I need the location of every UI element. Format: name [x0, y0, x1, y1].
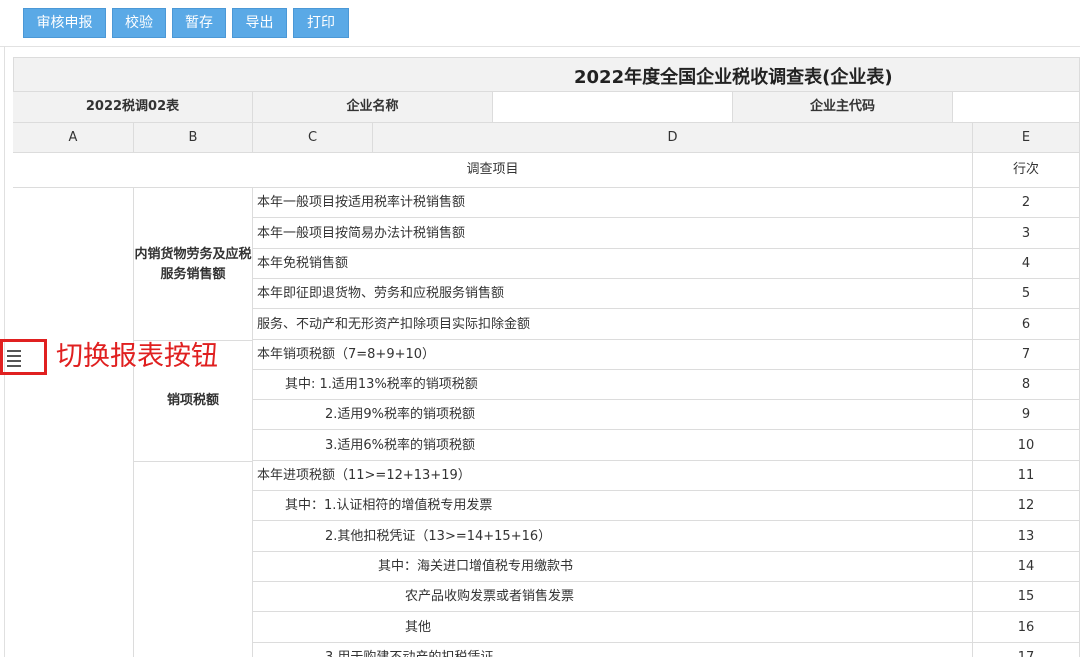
- table-row-item: 本年销项税额（7=8+9+10）: [253, 340, 973, 370]
- group-input-tax: [134, 462, 253, 657]
- row-line-number: 3: [973, 218, 1080, 249]
- switch-report-button[interactable]: [0, 339, 47, 375]
- table-row-item: 其中: 1.适用13%税率的销项税额: [253, 370, 973, 400]
- table-row-item: 2.适用9%税率的销项税额: [253, 400, 973, 430]
- company-name-label: 企业名称: [253, 92, 493, 123]
- row-label: 其中：1.认证相符的增值税专用发票: [285, 498, 493, 513]
- row-label: 本年销项税额（7=8+9+10）: [257, 347, 436, 362]
- column-e-header: E: [973, 123, 1080, 153]
- survey-item-header: 调查项目: [13, 153, 973, 188]
- table-code-cell: 2022税调02表: [13, 92, 253, 123]
- menu-icon: [7, 350, 21, 367]
- row-label: 农产品收购发票或者销售发票: [405, 589, 575, 604]
- row-label: 本年进项税额（11>=12+13+19）: [257, 468, 471, 483]
- table-row-item: 农产品收购发票或者销售发票: [253, 582, 973, 612]
- row-line-number: 7: [973, 340, 1080, 370]
- row-line-number: 10: [973, 430, 1080, 461]
- row-label: 2.适用9%税率的销项税额: [325, 407, 476, 422]
- column-a-header: A: [13, 123, 134, 153]
- row-line-number: 12: [973, 491, 1080, 521]
- form-title-row: 2022年度全国企业税收调查表(企业表): [13, 57, 1080, 92]
- table-row-item: 3.用于购建不动产的扣税凭证: [253, 643, 973, 657]
- row-label: 3.适用6%税率的销项税额: [325, 438, 476, 453]
- table-row-item: 本年免税销售额: [253, 249, 973, 279]
- table-row-item: 本年即征即退货物、劳务和应税服务销售额: [253, 279, 973, 309]
- row-line-number: 4: [973, 249, 1080, 279]
- table-row-item: 其中：1.认证相符的增值税专用发票: [253, 491, 973, 521]
- row-line-number: 9: [973, 400, 1080, 430]
- row-label: 2.其他扣税凭证（13>=14+15+16）: [325, 529, 552, 544]
- row-line-number: 16: [973, 612, 1080, 643]
- row-line-number: 2: [973, 188, 1080, 218]
- table-row-item: 本年一般项目按适用税率计税销售额: [253, 188, 973, 218]
- validate-button[interactable]: 校验: [112, 8, 166, 38]
- row-line-number: 8: [973, 370, 1080, 400]
- table-row-item: 其中：海关进口增值税专用缴款书: [253, 552, 973, 582]
- row-line-number: 17: [973, 643, 1080, 657]
- group-domestic-sales: 内销货物劳务及应税服务销售额: [134, 188, 253, 341]
- row-line-number: 11: [973, 461, 1080, 491]
- row-line-number: 15: [973, 582, 1080, 612]
- table-row-item: 3.适用6%税率的销项税额: [253, 430, 973, 461]
- row-label: 本年一般项目按适用税率计税销售额: [257, 195, 466, 210]
- row-label: 其他: [405, 620, 432, 635]
- company-code-field[interactable]: [953, 92, 1080, 123]
- save-draft-button[interactable]: 暂存: [172, 8, 226, 38]
- table-row-item: 本年进项税额（11>=12+13+19）: [253, 461, 973, 491]
- row-label: 其中：海关进口增值税专用缴款书: [378, 559, 574, 574]
- row-label: 本年免税销售额: [257, 256, 349, 271]
- row-label: 本年一般项目按简易办法计税销售额: [257, 226, 466, 241]
- switch-report-annotation: 切换报表按钮: [56, 341, 218, 372]
- row-label: 本年即征即退货物、劳务和应税服务销售额: [257, 286, 505, 301]
- table-row-item: 其他: [253, 612, 973, 643]
- row-line-number: 14: [973, 552, 1080, 582]
- column-a-cell: [13, 188, 134, 657]
- form-title: 2022年度全国企业税收调查表(企业表): [574, 67, 893, 88]
- table-row-item: 服务、不动产和无形资产扣除项目实际扣除金额: [253, 309, 973, 340]
- column-d-header: D: [373, 123, 973, 153]
- export-button[interactable]: 导出: [232, 8, 287, 38]
- table-row-item: 本年一般项目按简易办法计税销售额: [253, 218, 973, 249]
- row-label: 其中: 1.适用13%税率的销项税额: [285, 377, 478, 392]
- line-number-header: 行次: [973, 153, 1080, 188]
- toolbar: 审核申报 校验 暂存 导出 打印: [0, 0, 1080, 47]
- column-c-header: C: [253, 123, 373, 153]
- row-line-number: 13: [973, 521, 1080, 552]
- audit-submit-button[interactable]: 审核申报: [23, 8, 106, 38]
- row-line-number: 6: [973, 309, 1080, 340]
- print-button[interactable]: 打印: [293, 8, 349, 38]
- row-label: 3.用于购建不动产的扣税凭证: [325, 643, 493, 657]
- company-code-label: 企业主代码: [733, 92, 953, 123]
- column-b-header: B: [134, 123, 253, 153]
- row-line-number: 5: [973, 279, 1080, 309]
- table-row-item: 2.其他扣税凭证（13>=14+15+16）: [253, 521, 973, 552]
- row-label: 服务、不动产和无形资产扣除项目实际扣除金额: [257, 317, 531, 332]
- company-name-field[interactable]: [493, 92, 733, 123]
